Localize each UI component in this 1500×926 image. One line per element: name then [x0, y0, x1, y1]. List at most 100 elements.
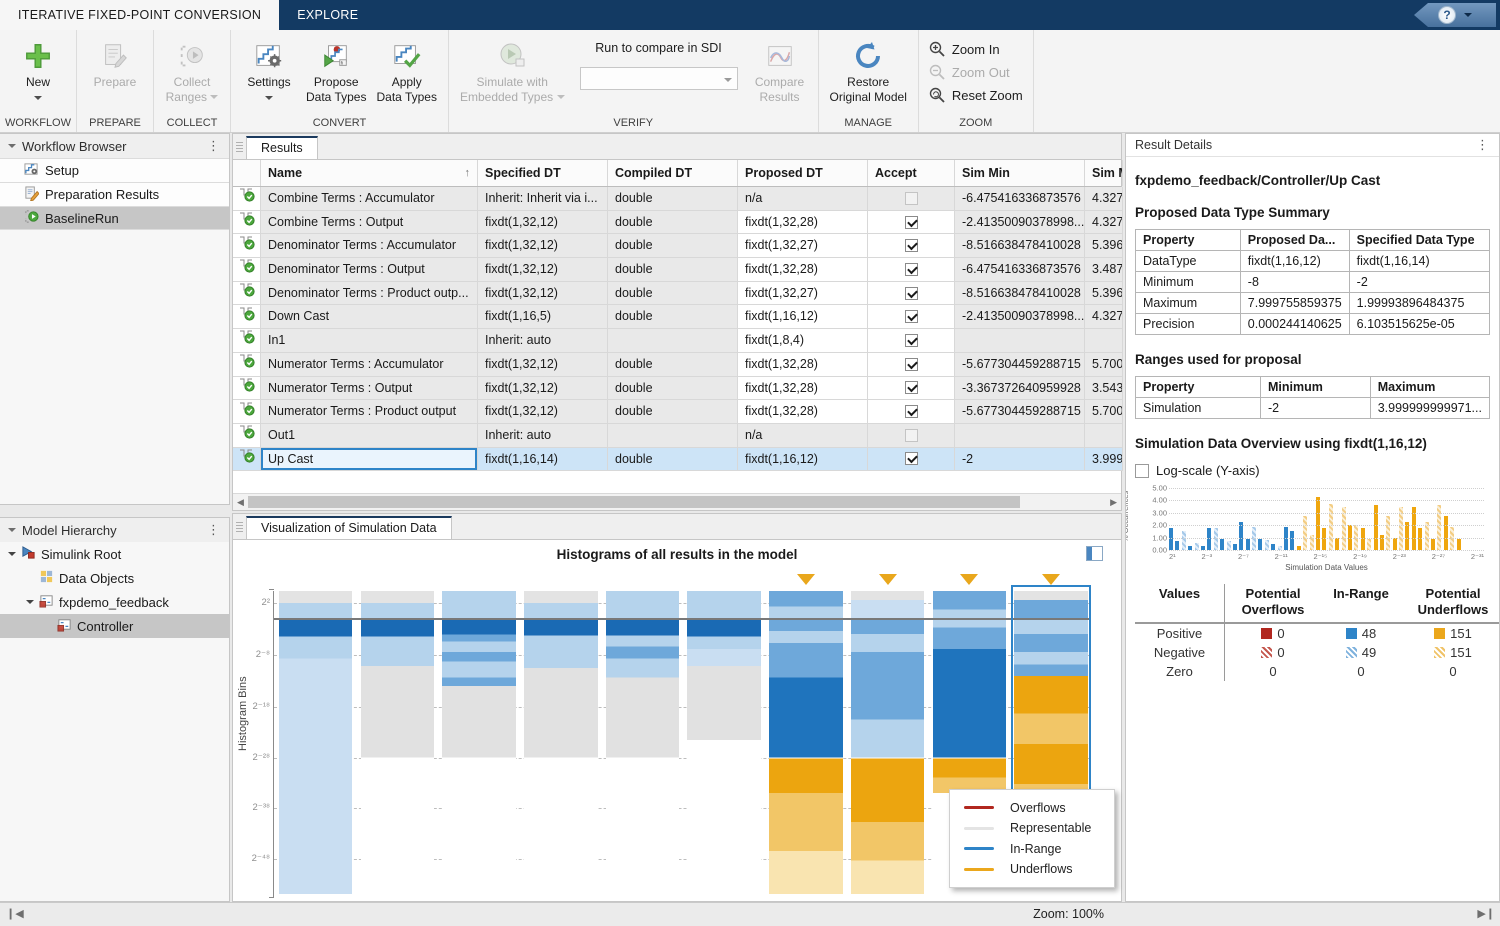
- table-row[interactable]: Numerator Terms : Output fixdt(1,32,12) do…: [233, 376, 1123, 401]
- tab-results[interactable]: Results: [246, 136, 318, 159]
- histogram-column[interactable]: [524, 591, 598, 897]
- table-row[interactable]: Numerator Terms : Accumulator fixdt(1,32,…: [233, 352, 1123, 377]
- accept-checkbox[interactable]: [904, 381, 918, 395]
- table-row[interactable]: Down Cast fixdt(1,16,5) double fixdt(1,16,1…: [233, 305, 1123, 330]
- table-row[interactable]: Combine Terms : Output fixdt(1,32,12) doub…: [233, 210, 1123, 235]
- proposed-dt-cell: fixdt(1,16,12): [738, 305, 868, 330]
- result-icon: [239, 329, 255, 352]
- tab-visualization[interactable]: Visualization of Simulation Data: [246, 516, 452, 539]
- help-dropdown-caret-icon[interactable]: [1464, 13, 1472, 21]
- chart-options-icon[interactable]: [1086, 546, 1103, 561]
- accept-checkbox[interactable]: [904, 215, 918, 229]
- help-icon[interactable]: ?: [1438, 6, 1456, 24]
- expander-icon[interactable]: [26, 600, 34, 608]
- accept-cell[interactable]: [868, 305, 955, 330]
- name-cell: Out1: [261, 423, 478, 448]
- table-row[interactable]: Denominator Terms : Product outp... fixdt…: [233, 281, 1123, 306]
- collapse-icon[interactable]: [8, 144, 16, 152]
- settings-button[interactable]: Settings: [237, 35, 301, 105]
- table-row[interactable]: Up Cast fixdt(1,16,14) double fixdt(1,16,12…: [233, 447, 1123, 472]
- scroll-right-icon[interactable]: ▶: [1110, 497, 1117, 508]
- result-icon-cell: [233, 423, 261, 448]
- tree-node-data-objects[interactable]: Data Objects: [0, 566, 229, 590]
- column-header-accept[interactable]: Accept: [868, 160, 955, 186]
- accept-checkbox[interactable]: [904, 286, 918, 300]
- column-header-sim-min[interactable]: Sim Min: [955, 160, 1085, 186]
- kebab-menu-icon[interactable]: ⋮: [207, 138, 221, 154]
- tab-explore[interactable]: EXPLORE: [279, 0, 376, 30]
- sim-min-cell: -8.516638478410028: [955, 281, 1085, 306]
- histogram-column[interactable]: [360, 591, 435, 897]
- propose-data-types-icon: fi: [306, 37, 366, 75]
- workflow-item-setup[interactable]: Setup: [0, 158, 229, 182]
- scroll-left-icon[interactable]: ◀: [237, 497, 244, 508]
- kebab-menu-icon[interactable]: ⋮: [1476, 137, 1490, 153]
- histogram-column[interactable]: [278, 591, 353, 897]
- tab-iterative-fixed-point-conversion[interactable]: ITERATIVE FIXED-POINT CONVERSION: [0, 0, 280, 30]
- accept-checkbox[interactable]: [904, 405, 918, 419]
- horizontal-scrollbar[interactable]: ◀ ▶: [233, 493, 1121, 510]
- histogram-column[interactable]: [687, 591, 761, 897]
- new-button[interactable]: New: [6, 35, 70, 105]
- tree-node-simulink-root[interactable]: Simulink Root: [0, 542, 229, 566]
- histogram-column[interactable]: [442, 591, 516, 897]
- accept-cell[interactable]: [868, 447, 955, 472]
- table-row[interactable]: Out1 Inherit: auto n/a: [233, 423, 1123, 448]
- name-cell: Numerator Terms : Accumulator: [261, 352, 478, 377]
- accept-cell[interactable]: [868, 258, 955, 282]
- accept-cell[interactable]: [868, 187, 955, 211]
- apply-data-types-button[interactable]: Apply Data Types: [371, 35, 441, 105]
- workflow-item-preparation-results[interactable]: Preparation Results: [0, 182, 229, 206]
- sdi-run-combobox[interactable]: [579, 67, 738, 90]
- accept-cell[interactable]: [868, 376, 955, 401]
- histogram-column[interactable]: [850, 591, 925, 897]
- panel-grip-icon[interactable]: [236, 522, 243, 533]
- expander-icon[interactable]: [8, 552, 16, 560]
- collapse-right-icon[interactable]: ▶❙: [1477, 907, 1495, 920]
- scrollbar-thumb[interactable]: [248, 496, 1020, 508]
- kebab-menu-icon[interactable]: ⋮: [207, 522, 221, 538]
- column-header-icon[interactable]: [233, 160, 261, 186]
- collapse-icon[interactable]: [8, 528, 16, 536]
- table-row[interactable]: Denominator Terms : Accumulator fixdt(1,3…: [233, 234, 1123, 259]
- accept-cell[interactable]: [868, 400, 955, 424]
- accept-checkbox[interactable]: [904, 452, 918, 466]
- column-header-specified-dt[interactable]: Specified DT: [478, 160, 608, 186]
- log-scale-checkbox[interactable]: [1135, 463, 1149, 478]
- accept-cell[interactable]: [868, 423, 955, 448]
- accept-checkbox[interactable]: [904, 239, 918, 253]
- column-header-sim-max[interactable]: Sim Max: [1085, 160, 1123, 186]
- accept-cell[interactable]: [868, 329, 955, 353]
- reset-zoom-button[interactable]: Reset Zoom: [929, 87, 1023, 103]
- histogram-column[interactable]: [769, 591, 843, 897]
- tree-node-controller[interactable]: Controller: [0, 614, 229, 638]
- accept-cell[interactable]: [868, 352, 955, 377]
- propose-label2: Data Types: [306, 90, 367, 104]
- table-row[interactable]: Combine Terms : Accumulator Inherit: Inhe…: [233, 187, 1123, 211]
- accept-cell[interactable]: [868, 234, 955, 259]
- zoom-in-button[interactable]: Zoom In: [929, 41, 1023, 57]
- tree-node-label: fxpdemo_feedback: [59, 594, 169, 610]
- restore-original-model-button[interactable]: Restore Original Model: [825, 35, 912, 105]
- column-header-proposed-dt[interactable]: Proposed DT: [738, 160, 868, 186]
- accept-cell[interactable]: [868, 281, 955, 306]
- accept-checkbox[interactable]: [904, 262, 918, 276]
- collapse-left-icon[interactable]: ❙◀: [6, 907, 24, 920]
- group-manage: Restore Original Model MANAGE: [819, 30, 919, 132]
- table-row[interactable]: Numerator Terms : Product output fixdt(1,…: [233, 400, 1123, 424]
- propose-data-types-button[interactable]: fi Propose Data Types: [301, 35, 371, 105]
- mini-bar: [1405, 522, 1410, 550]
- accept-checkbox[interactable]: [904, 333, 918, 347]
- histogram-column[interactable]: [605, 591, 680, 897]
- workflow-item-baselinerun[interactable]: BaselineRun: [0, 206, 229, 230]
- table-row[interactable]: Denominator Terms : Output fixdt(1,32,12)…: [233, 258, 1123, 282]
- accept-checkbox[interactable]: [904, 357, 918, 371]
- accept-checkbox[interactable]: [904, 310, 918, 324]
- count-swatch-icon: [1261, 628, 1273, 639]
- panel-grip-icon[interactable]: [236, 142, 243, 153]
- column-header-name[interactable]: Name ↑: [261, 160, 478, 186]
- table-row[interactable]: In1 Inherit: auto fixdt(1,8,4): [233, 329, 1123, 353]
- accept-cell[interactable]: [868, 210, 955, 235]
- column-header-compiled-dt[interactable]: Compiled DT: [608, 160, 738, 186]
- tree-node-fxpdemo_feedback[interactable]: fxpdemo_feedback: [0, 590, 229, 614]
